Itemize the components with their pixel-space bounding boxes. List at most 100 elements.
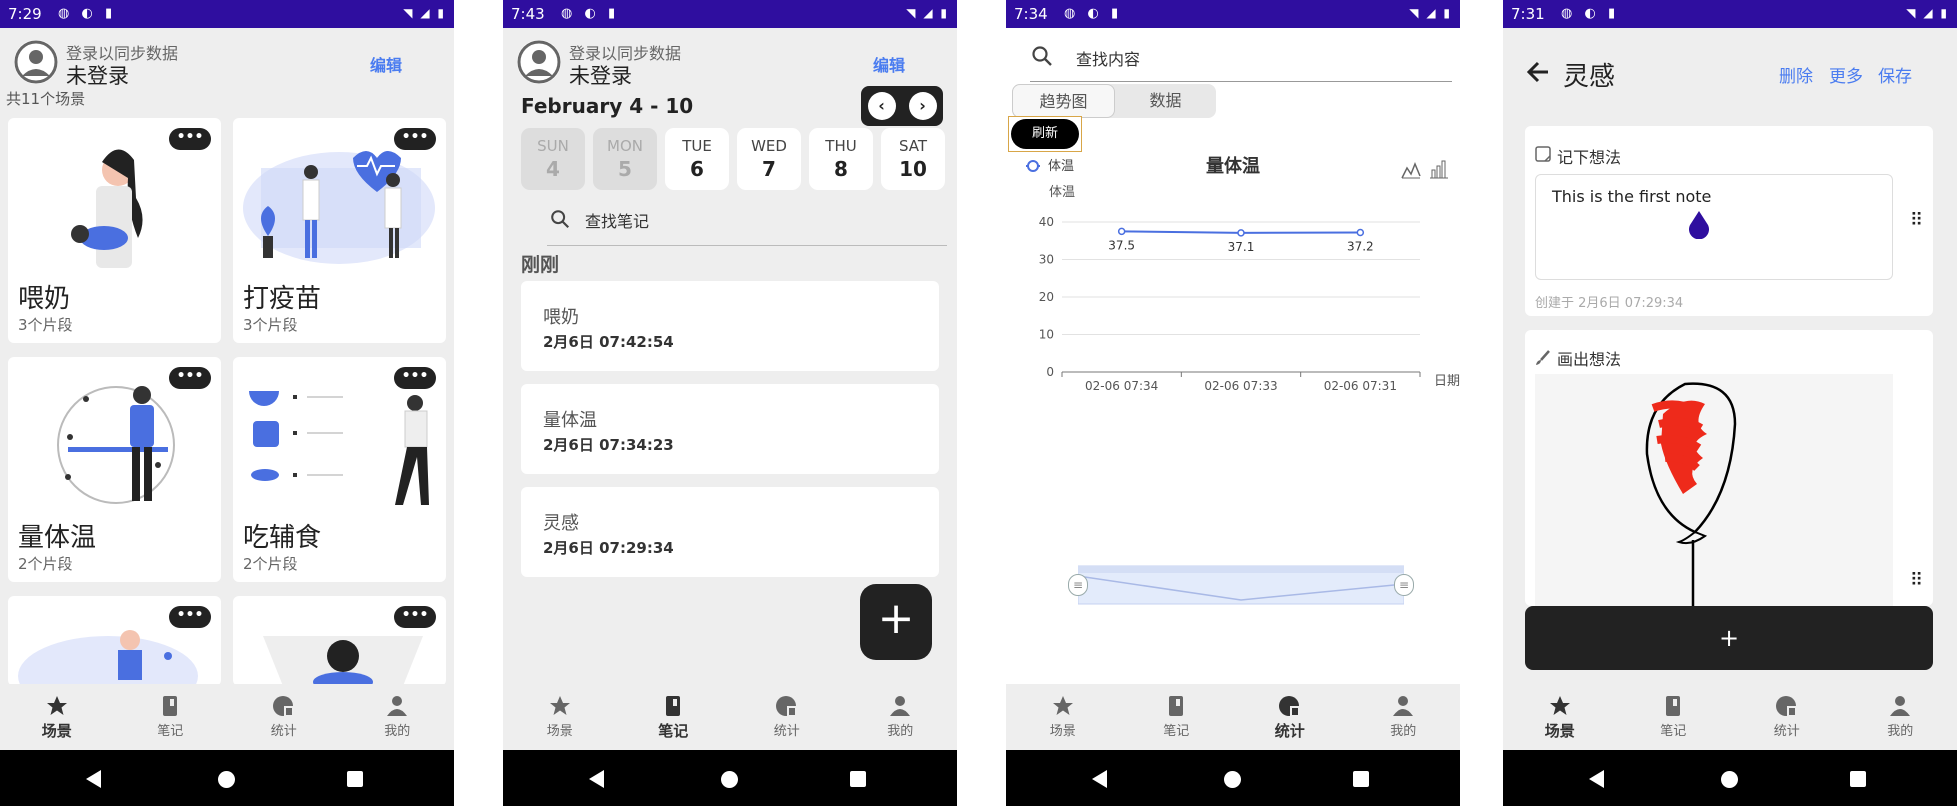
scene-card-temperature[interactable]: ••• 量体温 2个片段 [8,357,221,582]
scene-card-vaccine[interactable]: ••• 打疫苗 3个片段 [233,118,446,343]
status-bar: 7:31 ◍ ◐ ▮ ◥ ◢ ▮ [1503,0,1957,28]
card-more-button[interactable]: ••• [394,128,436,150]
scene-card-partial[interactable]: ••• [233,596,446,686]
search-input[interactable]: 查找笔记 [585,208,649,232]
search-input[interactable]: 查找内容 [1076,46,1140,70]
back-icon[interactable] [589,770,604,788]
avatar[interactable] [517,40,561,84]
y-tick-label: 0 [1046,365,1054,379]
draw-header: 画出想法 [1557,350,1622,369]
note-text[interactable]: This is the first note [1552,187,1711,206]
nav-me[interactable]: 我的 [844,684,958,750]
scene-card-solid-food[interactable]: ••• 吃辅食 2个片段 [233,357,446,582]
line-chart-icon[interactable] [1401,162,1421,179]
note-textarea[interactable]: This is the first note [1535,174,1893,280]
nav-scene[interactable]: 场景 [503,684,617,750]
chart-title: 量体温 [1206,155,1260,177]
nav-notes[interactable]: 笔记 [114,684,228,750]
tab-data[interactable]: 数据 [1115,84,1216,118]
scene-card-feeding[interactable]: ••• 喂奶 3个片段 [8,118,221,343]
nav-me[interactable]: 我的 [1844,684,1957,750]
note-item[interactable]: 量体温 2月6日 07:34:23 [521,384,939,474]
tab-trend[interactable]: 趋势图 [1012,84,1115,118]
home-icon[interactable] [1721,771,1738,788]
drawing-canvas[interactable] [1535,374,1893,606]
drag-handle-icon[interactable]: ⠿ [1910,210,1923,231]
back-icon[interactable] [1589,770,1604,788]
home-icon[interactable] [218,771,235,788]
data-point[interactable] [1356,228,1365,237]
x-axis-label: 日期 [1434,374,1460,389]
nav-me[interactable]: 我的 [341,684,455,750]
person-icon [890,696,911,716]
next-week-button[interactable]: › [902,86,943,126]
day-sun[interactable]: SUN 4 [521,128,585,190]
more-button[interactable]: 更多 [1829,62,1863,87]
nav-scene[interactable]: 场景 [1006,684,1120,750]
nav-stats[interactable]: 统计 [730,684,844,750]
drag-handle-icon[interactable]: ⠿ [1910,570,1923,591]
bar-chart-icon[interactable] [1430,160,1448,179]
zoom-slider[interactable]: ≡ ≡ [1068,564,1414,606]
note-search[interactable]: 查找笔记 [547,204,947,246]
data-point[interactable] [1237,229,1245,237]
nav-notes[interactable]: 笔记 [1120,684,1234,750]
nav-notes[interactable]: 笔记 [617,684,731,750]
back-icon[interactable] [86,770,101,788]
edit-button[interactable]: 编辑 [873,52,905,76]
signal-battery-icons: ◥ ◢ ▮ [1906,6,1949,20]
card-more-button[interactable]: ••• [394,606,436,628]
prev-week-button[interactable]: ‹ [861,86,902,126]
save-button[interactable]: 保存 [1878,62,1912,87]
recents-icon[interactable] [347,771,363,787]
day-mon[interactable]: MON 5 [593,128,657,190]
slider-handle-left[interactable]: ≡ [1068,574,1088,596]
nav-stats[interactable]: 统计 [1233,684,1347,750]
note-item[interactable]: 喂奶 2月6日 07:42:54 [521,281,939,371]
card-more-button[interactable]: ••• [169,367,211,389]
back-icon[interactable] [1092,770,1107,788]
note-item[interactable]: 灵感 2月6日 07:29:34 [521,487,939,577]
day-wed[interactable]: WED 7 [737,128,801,190]
scene-card-partial[interactable]: ••• [8,596,221,686]
signal-battery-icons: ◥ ◢ ▮ [1409,6,1452,20]
legend-label[interactable]: 体温 [1048,159,1074,174]
edit-button[interactable]: 编辑 [370,52,402,76]
notification-icons: ◍ ◐ ▮ [561,6,620,21]
recents-icon[interactable] [850,771,866,787]
nav-notes[interactable]: 笔记 [1617,684,1731,750]
add-block-button[interactable]: + [1525,606,1933,670]
person-icon [1393,696,1414,716]
search-icon [1032,46,1052,66]
home-icon[interactable] [721,771,738,788]
recents-icon[interactable] [1850,771,1866,787]
card-more-button[interactable]: ••• [394,367,436,389]
day-thu[interactable]: THU 8 [809,128,873,190]
nav-scene[interactable]: 场景 [1503,684,1617,750]
content-search[interactable]: 查找内容 [1030,38,1452,82]
slider-handle-right[interactable]: ≡ [1394,574,1414,596]
drawing-panel: 画出想法 ⠿ [1525,330,1933,606]
card-more-button[interactable]: ••• [169,128,211,150]
nav-scene[interactable]: 场景 [0,684,114,750]
screen-notes: 7:43 ◍ ◐ ▮ ◥ ◢ ▮ 登录以同步数据 未登录 编辑 February… [503,0,957,806]
back-arrow-icon[interactable] [1525,60,1551,84]
recents-icon[interactable] [1353,771,1369,787]
delete-button[interactable]: 删除 [1779,62,1813,87]
add-note-button[interactable]: + [860,584,932,660]
nav-stats[interactable]: 统计 [227,684,341,750]
card-more-button[interactable]: ••• [169,606,211,628]
day-tue[interactable]: TUE 6 [665,128,729,190]
week-range: February 4 - 10 [521,94,694,118]
notebook-icon [163,696,178,716]
avatar[interactable] [14,40,58,84]
nav-me[interactable]: 我的 [1347,684,1461,750]
legend-marker[interactable] [1027,160,1039,172]
text-cursor-handle[interactable] [1686,209,1712,239]
day-sat[interactable]: SAT 10 [881,128,945,190]
home-icon[interactable] [1224,771,1241,788]
nav-stats[interactable]: 统计 [1730,684,1844,750]
data-point[interactable] [1117,227,1126,236]
card-title: 量体温 [18,523,97,553]
balloon-drawing [1645,382,1737,606]
